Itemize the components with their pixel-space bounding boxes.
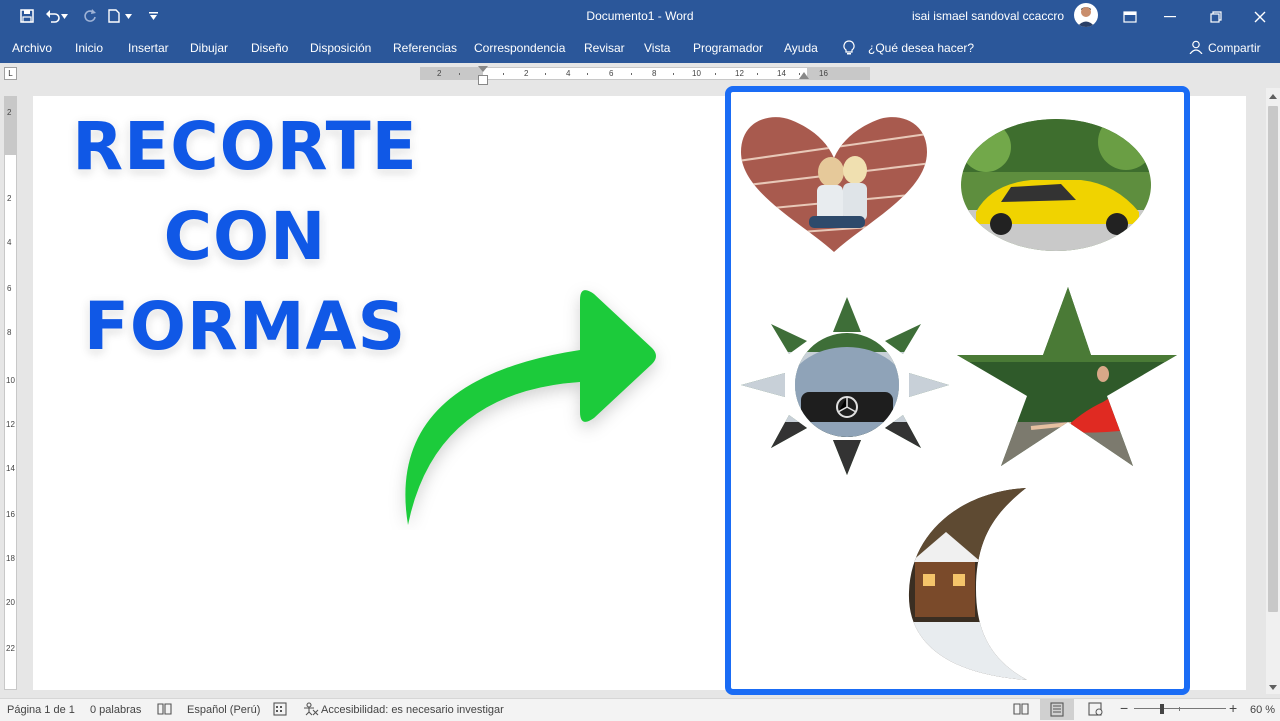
star-shape-picture[interactable] <box>951 282 1181 472</box>
status-bar: Página 1 de 1 0 palabras Español (Perú) … <box>0 698 1280 721</box>
ruler-h-label: 2 <box>437 69 442 78</box>
close-icon[interactable] <box>1240 0 1280 33</box>
vertical-ruler[interactable]: 2 2 4 6 8 10 12 14 16 18 20 22 <box>4 96 17 690</box>
ruler-v-label: 20 <box>6 598 15 607</box>
tab-dibujar[interactable]: Dibujar <box>190 41 228 55</box>
lightbulb-icon[interactable] <box>843 40 855 58</box>
accessibility-icon[interactable] <box>303 702 319 719</box>
tab-correspondencia[interactable]: Correspondencia <box>474 41 565 55</box>
vertical-scrollbar[interactable] <box>1266 88 1280 694</box>
share-person-icon[interactable] <box>1189 40 1203 57</box>
word-count[interactable]: 0 palabras <box>90 704 141 716</box>
tab-revisar[interactable]: Revisar <box>584 41 625 55</box>
ruler-v-label: 8 <box>7 328 12 337</box>
first-line-indent-marker[interactable] <box>478 66 488 72</box>
tab-ayuda[interactable]: Ayuda <box>784 41 818 55</box>
ruler-v-label: 10 <box>6 376 15 385</box>
macro-record-icon[interactable] <box>273 702 287 719</box>
read-mode-icon[interactable] <box>1013 702 1029 719</box>
tab-vista[interactable]: Vista <box>644 41 670 55</box>
user-avatar[interactable] <box>1074 3 1098 27</box>
tab-disposicion[interactable]: Disposición <box>310 41 371 55</box>
sun-shape-picture[interactable] <box>731 292 961 482</box>
ruler-v-label: 4 <box>7 238 12 247</box>
title-line-formas: FORMAS <box>83 288 407 365</box>
ruler-h-label: 12 <box>735 69 744 78</box>
ruler-h-label: 16 <box>819 69 828 78</box>
zoom-in-button[interactable]: + <box>1229 700 1237 716</box>
title-line-con: CON <box>163 198 327 275</box>
accessibility-status[interactable]: Accesibilidad: es necesario investigar <box>321 704 504 716</box>
ruler-h-label: 8 <box>652 69 657 78</box>
tab-referencias[interactable]: Referencias <box>393 41 457 55</box>
curved-arrow-graphic <box>405 290 656 525</box>
zoom-slider[interactable] <box>1134 703 1226 718</box>
user-name[interactable]: isai ismael sandoval ccaccro <box>912 9 1064 23</box>
tab-programador[interactable]: Programador <box>693 41 763 55</box>
hanging-indent-marker[interactable] <box>478 75 488 85</box>
page-count[interactable]: Página 1 de 1 <box>7 704 75 716</box>
ruler-v-label: 6 <box>7 284 12 293</box>
tab-archivo[interactable]: Archivo <box>12 41 52 55</box>
title-line-recorte: RECORTE <box>72 108 418 185</box>
restore-icon[interactable] <box>1196 0 1236 33</box>
ruler-h-label: 10 <box>692 69 701 78</box>
shape-cropped-images <box>731 112 1181 682</box>
heart-shape-picture[interactable] <box>731 112 941 262</box>
tell-me-search[interactable]: ¿Qué desea hacer? <box>868 41 974 55</box>
right-indent-marker[interactable] <box>799 72 809 79</box>
language[interactable]: Español (Perú) <box>187 704 260 716</box>
ruler-h-label: 14 <box>777 69 786 78</box>
ruler-h-label: 4 <box>566 69 571 78</box>
title-bar: Documento1 - Word isai ismael sandoval c… <box>0 0 1280 33</box>
ruler-h-label: 2 <box>524 69 529 78</box>
ruler-h-label: 6 <box>609 69 614 78</box>
tab-insertar[interactable]: Insertar <box>128 41 169 55</box>
minimize-icon[interactable] <box>1150 0 1190 33</box>
moon-shape-picture[interactable] <box>901 482 1041 682</box>
ribbon-tabs: Archivo Inicio Insertar Dibujar Diseño D… <box>0 33 1280 63</box>
proofing-icon[interactable] <box>157 702 173 719</box>
zoom-out-button[interactable]: − <box>1120 700 1128 716</box>
ruler-v-label: 2 <box>7 108 12 117</box>
ruler-v-label: 12 <box>6 420 15 429</box>
tab-diseno[interactable]: Diseño <box>251 41 288 55</box>
tab-inicio[interactable]: Inicio <box>75 41 103 55</box>
print-layout-button[interactable] <box>1040 699 1074 720</box>
ruler-v-label: 22 <box>6 644 15 653</box>
zoom-level[interactable]: 60 % <box>1250 704 1275 716</box>
ribbon-display-options-icon[interactable] <box>1110 0 1150 33</box>
ruler-v-label: 2 <box>7 194 12 203</box>
tab-selector[interactable]: L <box>4 67 17 80</box>
share-button[interactable]: Compartir <box>1208 41 1261 55</box>
web-layout-icon[interactable] <box>1088 702 1104 719</box>
ruler-v-label: 18 <box>6 554 15 563</box>
ruler-v-label: 14 <box>6 464 15 473</box>
oval-shape-picture[interactable] <box>951 112 1161 265</box>
ruler-v-label: 16 <box>6 510 15 519</box>
